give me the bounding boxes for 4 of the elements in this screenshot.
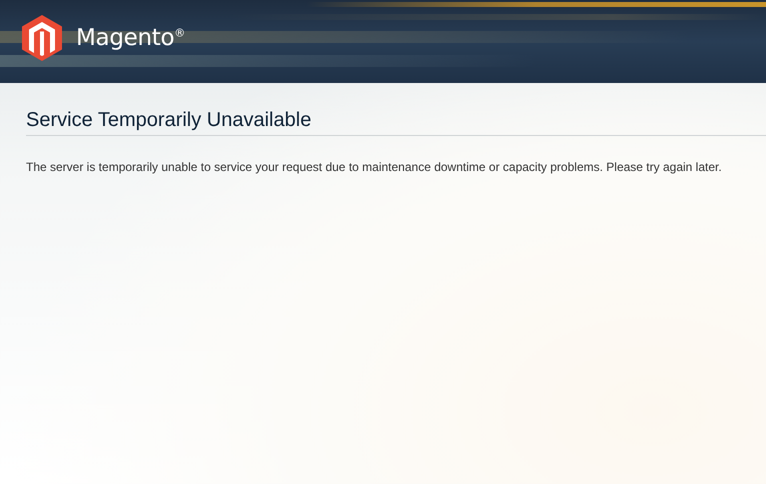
error-message: The server is temporarily unable to service your request due to maintenance downtime or capacity problems. Please try again later. [26, 160, 723, 174]
hexagon-logo-icon [22, 15, 62, 61]
page-title: Service Temporarily Unavailable [26, 109, 766, 136]
brand-name: Magento$^{®}$ [76, 25, 185, 51]
